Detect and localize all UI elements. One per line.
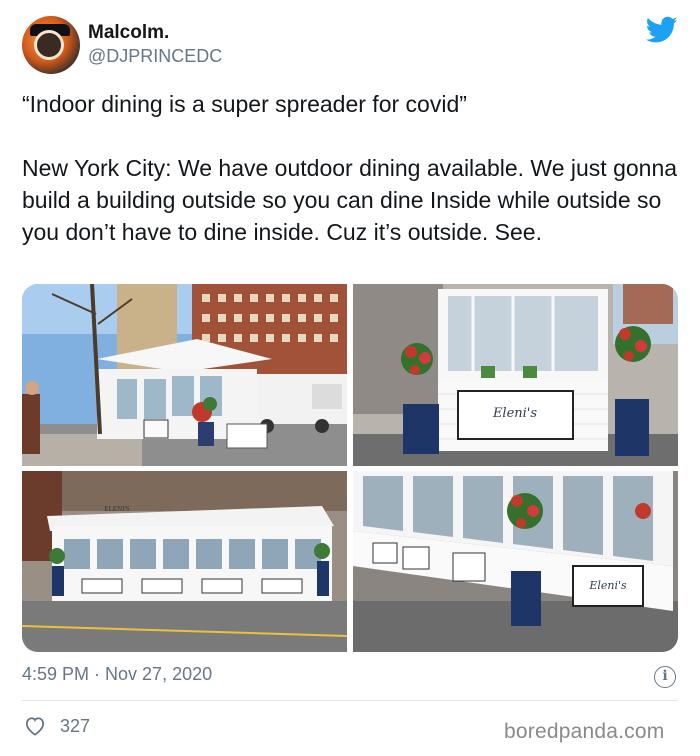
- watermark: boredpanda.com: [504, 720, 665, 743]
- like-count[interactable]: 327: [60, 716, 90, 737]
- photo-1[interactable]: [22, 284, 347, 466]
- photo-1-image: [22, 284, 347, 466]
- divider: [22, 700, 678, 701]
- photo-4-sign: Eleni's: [588, 579, 627, 592]
- tweet-timestamp[interactable]: 4:59 PM · Nov 27, 2020: [22, 664, 212, 685]
- photo-4[interactable]: Eleni's: [353, 471, 678, 652]
- info-icon[interactable]: i: [654, 666, 676, 688]
- media-grid[interactable]: Eleni's ELENI'S Eleni's: [22, 284, 678, 652]
- photo-3[interactable]: ELENI'S: [22, 471, 347, 652]
- photo-2[interactable]: Eleni's: [353, 284, 678, 466]
- photo-3-sign: ELENI'S: [104, 505, 129, 513]
- tweet-text: “Indoor dining is a super spreader for c…: [22, 91, 678, 245]
- tweet-card: Malcolm. @DJPRINCEDC “Indoor dining is a…: [0, 0, 700, 756]
- avatar-face-shape: [34, 30, 64, 60]
- photo-3-image: ELENI'S: [22, 471, 347, 652]
- photo-2-image: Eleni's: [353, 284, 678, 466]
- profile-avatar[interactable]: [22, 16, 80, 74]
- photo-2-sign: Eleni's: [492, 406, 537, 421]
- user-handle[interactable]: @DJPRINCEDC: [88, 46, 222, 67]
- photo-4-image: Eleni's: [353, 471, 678, 652]
- heart-icon[interactable]: [24, 716, 46, 736]
- twitter-bird-icon[interactable]: [646, 16, 678, 44]
- display-name[interactable]: Malcolm.: [88, 22, 169, 44]
